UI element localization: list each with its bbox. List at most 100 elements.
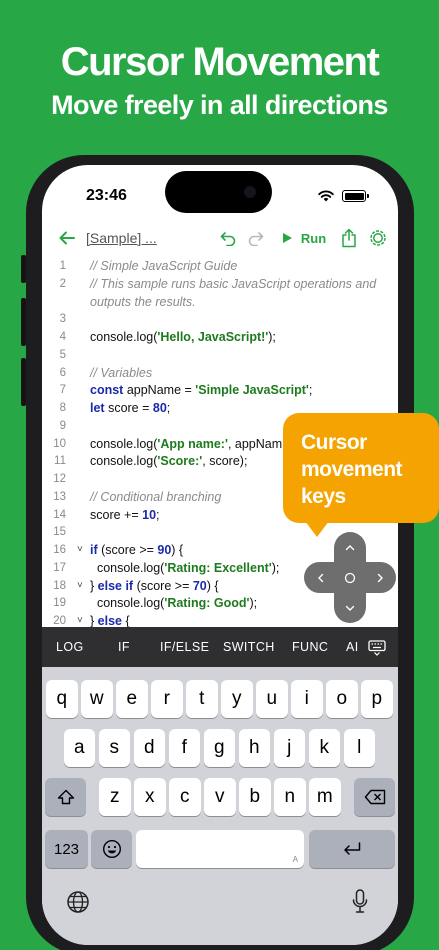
key-row2-8[interactable]: l <box>343 729 375 767</box>
cursor-keys-callout: Cursor movement keys <box>283 413 439 537</box>
key-row2-2[interactable]: d <box>133 729 165 767</box>
promo-headline: Cursor Movement <box>60 40 380 84</box>
share-button[interactable] <box>337 223 361 253</box>
code-text: console.log('Rating: Excellent'); <box>90 559 279 577</box>
battery-icon <box>342 190 369 202</box>
back-button[interactable] <box>54 223 80 253</box>
line-number: 11 <box>54 455 66 468</box>
code-token: if <box>90 543 98 557</box>
code-line[interactable]: 5 <box>42 346 398 364</box>
key-row1-8[interactable]: o <box>326 680 358 718</box>
code-token: { <box>122 614 130 628</box>
code-token: else if <box>97 578 134 593</box>
camera-icon <box>244 186 256 198</box>
snippet-switch[interactable]: SWITCH <box>223 627 275 667</box>
code-token: score = <box>104 401 153 415</box>
code-token: 80 <box>152 401 167 415</box>
snippet-if-else[interactable]: IF/ELSE <box>160 627 209 667</box>
key-row1-9[interactable]: p <box>361 680 393 718</box>
key-row2-3[interactable]: f <box>168 729 200 767</box>
redo-button[interactable] <box>244 223 268 253</box>
cursor-right-icon <box>377 573 383 582</box>
backspace-key[interactable] <box>354 778 395 816</box>
key-row3-2[interactable]: c <box>169 778 201 816</box>
key-row2-4[interactable]: g <box>203 729 235 767</box>
key-row1-6[interactable]: u <box>256 680 288 718</box>
code-token: // Simple JavaScript Guide <box>90 259 238 273</box>
fold-toggle-icon[interactable]: ˅ <box>77 577 83 595</box>
key-row2-6[interactable]: j <box>273 729 305 767</box>
code-token: let <box>90 401 105 415</box>
snippet-if[interactable]: IF <box>118 627 130 667</box>
code-token: else <box>97 614 122 628</box>
numbers-key[interactable]: 123 <box>45 830 88 868</box>
cursor-left-button[interactable] <box>306 562 334 593</box>
cursor-up-button[interactable] <box>334 534 366 560</box>
code-line[interactable]: 3 <box>42 310 398 328</box>
back-arrow-icon <box>59 231 75 245</box>
shift-key[interactable] <box>45 778 86 816</box>
keyboard-dismiss-icon[interactable] <box>368 640 386 656</box>
key-row1-7[interactable]: i <box>291 680 323 718</box>
key-row3-6[interactable]: m <box>309 778 341 816</box>
code-token: ; <box>308 383 313 398</box>
key-row1-4[interactable]: t <box>186 680 218 718</box>
space-bar[interactable]: A <box>136 830 304 868</box>
code-token: 'Hello, JavaScript!' <box>157 330 269 344</box>
key-row3-5[interactable]: n <box>274 778 306 816</box>
code-text: outputs the results. <box>90 293 196 311</box>
code-line[interactable]: outputs the results. <box>42 293 398 311</box>
code-token: } <box>90 614 98 628</box>
key-row2-7[interactable]: k <box>308 729 340 767</box>
key-row2-1[interactable]: s <box>98 729 130 767</box>
code-line[interactable]: 7 const appName = 'Simple JavaScript'; <box>42 381 398 399</box>
key-row1-1[interactable]: w <box>81 680 113 718</box>
microphone-icon[interactable] <box>352 889 368 915</box>
key-row1-0[interactable]: q <box>46 680 78 718</box>
line-number: 12 <box>53 473 66 485</box>
key-row3-0[interactable]: z <box>99 778 131 816</box>
key-row3-3[interactable]: v <box>204 778 236 816</box>
code-text: // This sample runs basic JavaScript ope… <box>90 275 376 293</box>
code-text: if (score >= 90) { <box>90 541 183 559</box>
line-number: 4 <box>59 331 66 343</box>
key-row3-1[interactable]: x <box>134 778 166 816</box>
code-line[interactable]: 4 console.log('Hello, JavaScript!'); <box>42 328 398 346</box>
key-row1-5[interactable]: y <box>221 680 253 718</box>
code-token: ); <box>268 330 276 344</box>
code-token: outputs the results. <box>90 294 196 309</box>
undo-button[interactable] <box>216 223 240 253</box>
code-token: // Conditional branching <box>90 489 222 504</box>
cursor-down-button[interactable] <box>334 595 366 621</box>
code-line[interactable]: 1 // Simple JavaScript Guide <box>42 257 398 275</box>
play-icon <box>282 233 292 243</box>
code-line[interactable]: 2 // This sample runs basic JavaScript op… <box>42 275 398 293</box>
return-key[interactable] <box>309 830 395 868</box>
cursor-right-button[interactable] <box>366 562 394 593</box>
snippet-log[interactable]: LOG <box>56 627 84 667</box>
key-row1-3[interactable]: r <box>151 680 183 718</box>
line-number: 14 <box>53 508 66 521</box>
globe-icon[interactable] <box>66 890 90 914</box>
line-number: 18 <box>53 579 66 592</box>
run-button[interactable]: Run <box>278 223 330 253</box>
key-row1-2[interactable]: e <box>116 680 148 718</box>
cursor-center-button[interactable] <box>334 562 366 593</box>
key-row2-5[interactable]: h <box>238 729 270 767</box>
emoji-key[interactable] <box>91 830 132 868</box>
key-row2-0[interactable]: a <box>63 729 95 767</box>
fold-toggle-icon[interactable]: ˅ <box>77 541 83 559</box>
key-row3-4[interactable]: b <box>239 778 271 816</box>
code-token: 90 <box>157 543 172 557</box>
code-line[interactable]: 6 // Variables <box>42 364 398 382</box>
settings-button[interactable] <box>366 223 390 253</box>
code-token: console.log( <box>90 560 165 575</box>
phone-mute-button <box>21 255 26 283</box>
code-text: let score = 80; <box>90 399 170 417</box>
code-token: } <box>90 578 98 593</box>
snippet-ai[interactable]: AI <box>346 627 359 667</box>
file-title[interactable]: [Sample] ... <box>86 230 157 246</box>
cursor-up-icon <box>345 544 355 550</box>
wifi-icon <box>318 190 334 202</box>
snippet-func[interactable]: FUNC <box>292 627 328 667</box>
